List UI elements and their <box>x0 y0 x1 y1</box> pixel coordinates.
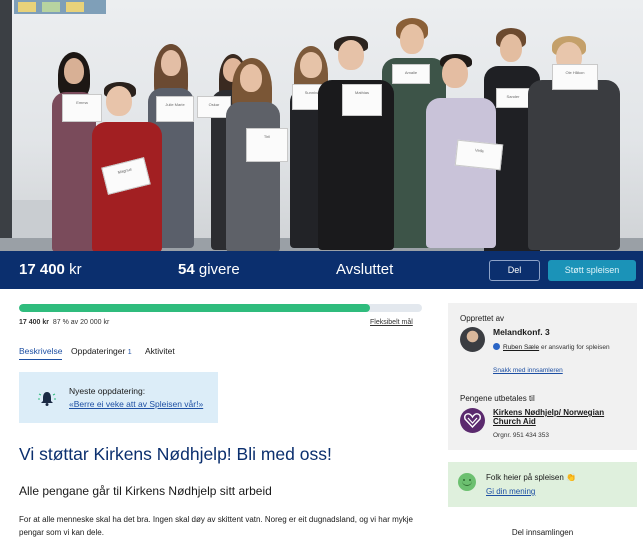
updates-count: 1 <box>127 349 132 356</box>
photo-sign: Vetle <box>454 139 504 171</box>
organizer-card: Opprettet av Melandkonf. 3 Ruben Sæle er… <box>448 303 637 450</box>
photo-sign: Ole Håkon <box>552 64 598 90</box>
flexible-goal-link[interactable]: Fleksibelt mål <box>370 319 413 326</box>
cheer-box: Folk heier på spleisen 👏 Gi din mening <box>448 462 637 507</box>
latest-update-label: Nyeste oppdatering: <box>69 386 146 396</box>
tab-activity[interactable]: Aktivitet <box>145 346 175 356</box>
photo-sign: Amalie <box>392 64 430 84</box>
tab-updates[interactable]: Oppdateringer 1 <box>71 346 132 356</box>
paid-to-label: Pengene utbetales til <box>460 394 535 403</box>
created-by-label: Opprettet av <box>460 314 505 323</box>
stats-bar: 17 400 kr 54 givere Avsluttet <box>0 251 643 289</box>
share-collection-label[interactable]: Del innsamlingen <box>448 528 637 537</box>
photo-sign: Emma <box>62 94 102 122</box>
cheer-text: Folk heier på spleisen 👏 <box>486 473 577 482</box>
photo-sign: Tiril <box>246 128 288 162</box>
givers-count: 54 givere <box>178 261 240 278</box>
creator-avatar <box>460 327 485 352</box>
photo-wall-edge <box>0 0 12 251</box>
latest-update-link[interactable]: «Berre ei veke att av Spleisen vår!» <box>69 399 203 409</box>
photo-sign: Mathias <box>342 84 382 116</box>
creator-name: Melandkonf. 3 <box>493 327 550 337</box>
responsible-name-link[interactable]: Ruben Sæle <box>503 344 539 351</box>
tab-description[interactable]: Beskrivelse <box>19 346 63 360</box>
support-button[interactable]: Støtt spleisen <box>548 260 636 281</box>
hero-photo: Emma Julie Marie Oskar Sunniva Amalie Sa… <box>0 0 643 251</box>
collected-amount: 17 400 kr <box>19 261 82 278</box>
responsible-text: Ruben Sæle er ansvarlig for spleisen <box>493 343 633 353</box>
give-opinion-link[interactable]: Gi din mening <box>486 487 535 496</box>
contact-organizer-link[interactable]: Snakk med innsamleren <box>493 367 563 374</box>
photo-sign: Sander <box>496 88 530 108</box>
org-number: Orgnr. 951 434 353 <box>493 432 550 439</box>
page-subtitle: Alle pengane går til Kirkens Nødhjelp si… <box>19 484 272 498</box>
church-aid-logo-icon <box>460 408 485 433</box>
recipient-link[interactable]: Kirkens Nødhjelp/ Norwegian Church Aid <box>493 408 633 426</box>
page-title: Vi støttar Kirkens Nødhjelp! Bli med oss… <box>19 444 332 464</box>
verified-icon <box>493 343 500 350</box>
photo-poster <box>14 0 106 14</box>
share-button[interactable]: Del <box>489 260 540 281</box>
progress-text: 17 400 kr 87 % av 20 000 kr <box>19 319 110 326</box>
photo-sign: Julie Marie <box>156 96 194 122</box>
latest-update-box: Nyeste oppdatering: «Berre ei veke att a… <box>19 372 218 423</box>
megaphone-icon <box>38 392 56 406</box>
progress-bar <box>19 304 422 312</box>
description-paragraph: For at alle menneske skal ha det bra. In… <box>19 515 413 537</box>
status-label: Avsluttet <box>336 261 394 278</box>
progress-fill <box>19 304 370 312</box>
